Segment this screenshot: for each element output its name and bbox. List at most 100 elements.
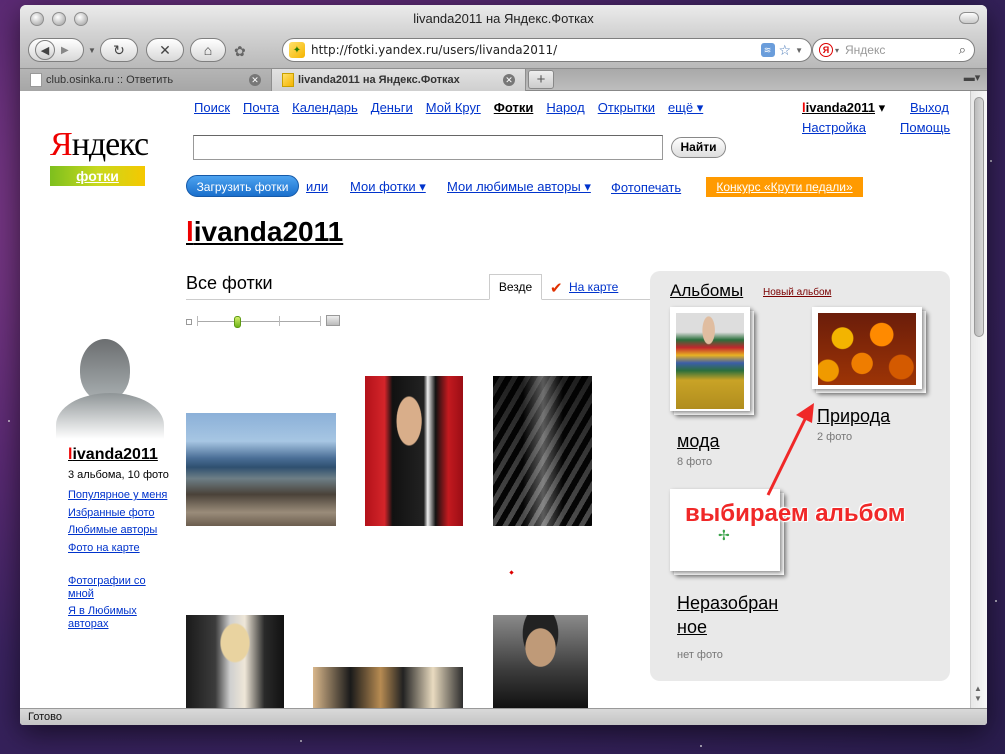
photo-thumbnail[interactable] [186, 413, 336, 526]
arrow-shaft [766, 412, 810, 496]
reload-button[interactable]: ↻ [100, 38, 138, 62]
tab-bar: club.osinka.ru :: Ответить ✕ livanda2011… [20, 69, 987, 91]
address-dropdown-icon[interactable]: ▼ [795, 46, 803, 55]
logout-link[interactable]: Выход [910, 100, 949, 115]
sidebar-links: Популярное у меня Избранные фото Любимые… [68, 487, 167, 557]
user-menu: livanda2011 ▾ Настройка [802, 100, 886, 135]
search-engine-placeholder: Яндекс [845, 43, 886, 57]
help-link[interactable]: Помощь [900, 120, 950, 135]
large-size-icon[interactable] [326, 315, 340, 326]
nav-search[interactable]: Поиск [194, 100, 230, 116]
new-tab-button[interactable]: + [528, 70, 554, 89]
slider-handle[interactable] [234, 316, 241, 328]
search-engine-box[interactable]: Я ▾ Яндекс ⌕ [812, 38, 975, 62]
album-name-line1: Неразобран [677, 593, 779, 613]
tab-label: livanda2011 на Яндекс.Фотках [298, 74, 460, 86]
fotki-badge[interactable]: фотки [50, 166, 145, 186]
photo-thumbnail[interactable] [313, 667, 463, 708]
slider-track[interactable] [197, 321, 321, 322]
nav-narod[interactable]: Народ [546, 100, 584, 116]
username-rest: ivanda2011 [805, 100, 876, 115]
photo-highlight [523, 376, 563, 526]
address-text[interactable]: http://fotki.yandex.ru/users/livanda2011… [311, 43, 761, 57]
toolbar-toggle-button[interactable] [959, 12, 979, 24]
album-cover-image [676, 313, 744, 409]
photo-print-link[interactable]: Фотопечать [611, 180, 681, 195]
favorite-authors-menu[interactable]: Мои любимые авторы ▾ [447, 179, 591, 195]
address-bar[interactable]: ✦ http://fotki.yandex.ru/users/livanda20… [282, 38, 812, 62]
sidebar-item-favorites[interactable]: Избранные фото [68, 505, 167, 523]
album-count: 8 фото [677, 456, 713, 468]
photo-thumbnail[interactable] [186, 615, 284, 708]
service-nav: Поиск Почта Календарь Деньги Мой Круг Фо… [194, 100, 716, 116]
avatar[interactable] [56, 339, 164, 439]
or-link[interactable]: или [306, 179, 328, 194]
scrollbar-thumb[interactable] [974, 97, 984, 337]
search-icon[interactable]: ⌕ [959, 42, 966, 58]
upload-photos-button[interactable]: Загрузить фотки [186, 175, 299, 197]
tab-osinka[interactable]: club.osinka.ru :: Ответить ✕ [20, 69, 272, 91]
nav-mail[interactable]: Почта [243, 100, 279, 116]
sidebar-item-photos-with-me[interactable]: Фотографии со мной [68, 575, 168, 601]
close-tab-icon[interactable]: ✕ [503, 74, 515, 86]
album-name-priroda[interactable]: Природа [817, 406, 890, 427]
bookmarks-icon[interactable]: ✿ [234, 43, 246, 60]
stop-button[interactable]: ✕ [146, 38, 184, 62]
page-icon [30, 73, 42, 87]
sidebar-item-popular[interactable]: Популярное у меня [68, 487, 167, 505]
home-button[interactable]: ⌂ [190, 38, 226, 62]
small-size-icon[interactable] [186, 319, 192, 325]
bookmark-star-icon[interactable]: ☆ [779, 42, 792, 59]
album-cover-moda[interactable] [670, 307, 754, 415]
album-cover-priroda[interactable] [812, 307, 926, 393]
new-album-link[interactable]: Новый альбом [763, 287, 831, 298]
search-input[interactable] [193, 135, 663, 160]
sidebar-item-photo-map[interactable]: Фото на карте [68, 540, 167, 558]
tab-list-icon[interactable]: ▬▾ [961, 71, 983, 88]
back-button[interactable]: ◀ [35, 40, 55, 60]
user-dropdown-icon[interactable]: ▾ [879, 100, 886, 115]
yandex-fotki-logo[interactable]: Яндекс фотки [50, 128, 149, 186]
photo-thumbnail[interactable] [493, 615, 588, 708]
settings-link[interactable]: Настройка [802, 120, 866, 135]
slider-tick [279, 316, 280, 326]
find-button[interactable]: Найти [671, 137, 726, 158]
sidebar-item-fav-authors[interactable]: Любимые авторы [68, 522, 167, 540]
album-name-moda[interactable]: мода [677, 431, 720, 452]
tab-on-map[interactable]: На карте [569, 280, 618, 294]
history-dropdown-icon[interactable]: ▼ [88, 46, 96, 55]
rss-icon[interactable]: ≋ [760, 43, 775, 57]
photo-thumbnail[interactable] [365, 376, 463, 526]
my-photos-menu[interactable]: Мои фотки ▾ [350, 179, 426, 195]
sidebar-username[interactable]: livanda2011 [68, 446, 158, 464]
vertical-scrollbar[interactable]: ▲ ▼ [970, 91, 987, 708]
reload-icon: ↻ [113, 41, 125, 58]
photo-thumbnail[interactable] [493, 376, 592, 526]
zoom-window-button[interactable] [74, 12, 88, 26]
close-tab-icon[interactable]: ✕ [249, 74, 261, 86]
albums-title[interactable]: Альбомы [670, 281, 743, 301]
tab-yandex-fotki[interactable]: livanda2011 на Яндекс.Фотках ✕ [272, 69, 526, 91]
nav-moikrug[interactable]: Мой Круг [426, 100, 481, 116]
album-name-unsorted[interactable]: Неразобран ное [677, 591, 778, 639]
tab-everywhere[interactable]: Везде [489, 274, 542, 300]
yandex-favicon-icon [282, 73, 294, 87]
sidebar-item-in-favorites[interactable]: Я в Любимых авторах [68, 605, 168, 631]
site-favicon-icon: ✦ [289, 42, 305, 58]
nav-cards[interactable]: Открытки [598, 100, 655, 116]
page-title[interactable]: livanda2011 [186, 216, 343, 248]
nav-fotki[interactable]: Фотки [494, 100, 534, 116]
nav-money[interactable]: Деньги [371, 100, 413, 116]
nav-calendar[interactable]: Календарь [292, 100, 358, 116]
contest-banner[interactable]: Конкурс «Крути педали» [706, 177, 863, 197]
minimize-window-button[interactable] [52, 12, 66, 26]
thumbnail-size-slider[interactable] [186, 315, 341, 329]
slider-tick [320, 316, 321, 326]
username-link[interactable]: livanda2011 [802, 100, 875, 115]
close-window-button[interactable] [30, 12, 44, 26]
forward-button[interactable]: ▶ [61, 45, 69, 56]
engine-dropdown-icon[interactable]: ▾ [835, 46, 839, 55]
scroll-arrows[interactable]: ▲ ▼ [974, 684, 982, 704]
nav-more[interactable]: ещё ▾ [668, 100, 703, 116]
yandex-engine-icon[interactable]: Я [819, 43, 833, 57]
